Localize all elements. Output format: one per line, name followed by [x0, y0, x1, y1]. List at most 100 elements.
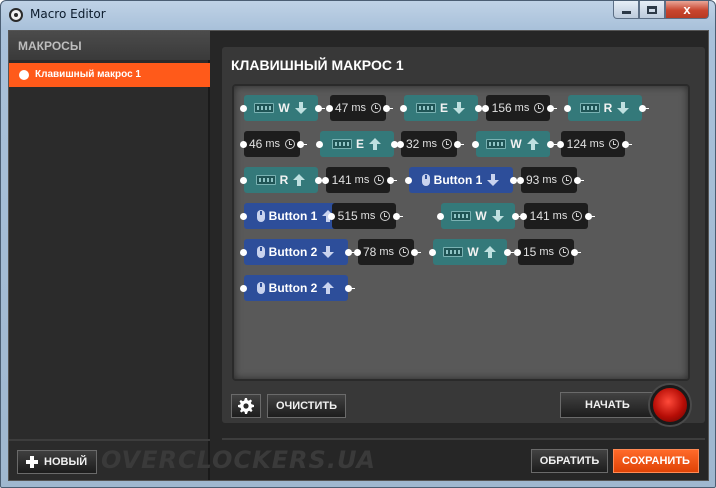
record-button[interactable] [650, 385, 690, 425]
mouse-block[interactable]: Button 2 [240, 275, 355, 301]
connector-dot[interactable] [397, 141, 404, 148]
settings-button[interactable] [231, 394, 261, 418]
close-button[interactable]: x [665, 1, 709, 19]
connector-dot[interactable] [547, 105, 557, 112]
mouse-icon [421, 174, 430, 186]
connector-dot[interactable] [405, 177, 412, 184]
connector-dot[interactable] [315, 105, 325, 112]
connector-dot[interactable] [504, 249, 514, 256]
keyboard-icon [254, 103, 275, 113]
client-area: МАКРОСЫ Клавишный макрос 1 НОВЫЙ КЛАВИШН… [8, 30, 709, 481]
delay-unit: ms [542, 174, 558, 186]
connector-dot[interactable] [240, 249, 247, 256]
delay-block[interactable]: 93 ms [517, 167, 584, 193]
connector-dot[interactable] [639, 105, 649, 112]
connector-dot[interactable] [574, 177, 584, 184]
key-block[interactable]: E [316, 131, 401, 157]
sidebar-item-macro-1[interactable]: Клавишный макрос 1 [9, 63, 210, 87]
delay-block[interactable]: 78 ms [354, 239, 421, 265]
clock-icon [609, 139, 620, 149]
maximize-icon [647, 5, 657, 14]
connector-dot[interactable] [472, 141, 479, 148]
key-block[interactable]: E [400, 95, 485, 121]
connector-dot[interactable] [557, 141, 564, 148]
connector-dot[interactable] [240, 213, 247, 220]
connector-dot[interactable] [322, 177, 329, 184]
arrow-down-icon [491, 210, 504, 222]
delay-block[interactable]: 46 ms [240, 131, 307, 157]
clock-icon [285, 139, 296, 149]
delay-value: 32 [405, 137, 420, 151]
connector-dot[interactable] [345, 285, 355, 292]
connector-dot[interactable] [326, 105, 333, 112]
connector-dot[interactable] [316, 141, 323, 148]
minimize-button[interactable] [613, 1, 639, 19]
delay-block[interactable]: 156 ms [482, 95, 557, 121]
macro-canvas[interactable]: W 47 ms E 156 ms R 46 ms E 32 ms W 124 ms R 141 ms Button … [232, 84, 690, 381]
connector-dot[interactable] [345, 249, 355, 256]
connector-dot[interactable] [393, 213, 403, 220]
connector-dot[interactable] [475, 105, 485, 112]
delay-block[interactable]: 47 ms [326, 95, 393, 121]
new-macro-button[interactable]: НОВЫЙ [17, 450, 97, 474]
connector-dot[interactable] [622, 141, 632, 148]
connector-dot[interactable] [240, 177, 247, 184]
connector-dot[interactable] [517, 177, 524, 184]
connector-dot[interactable] [482, 105, 489, 112]
key-block[interactable]: W [240, 95, 325, 121]
arrow-down-icon [322, 246, 335, 258]
delay-block[interactable]: 15 ms [514, 239, 581, 265]
connector-dot[interactable] [454, 141, 464, 148]
block-label: W [278, 101, 290, 115]
connector-dot[interactable] [429, 249, 436, 256]
connector-dot[interactable] [514, 249, 521, 256]
connector-dot[interactable] [328, 213, 335, 220]
maximize-button[interactable] [639, 1, 665, 19]
connector-dot[interactable] [520, 213, 527, 220]
connector-dot[interactable] [315, 177, 325, 184]
connector-dot[interactable] [585, 213, 595, 220]
sidebar: МАКРОСЫ Клавишный макрос 1 НОВЫЙ [9, 31, 210, 480]
key-block[interactable]: R [240, 167, 325, 193]
save-button[interactable]: СОХРАНИТЬ [613, 449, 699, 473]
connector-dot[interactable] [571, 249, 581, 256]
key-block[interactable]: W [472, 131, 557, 157]
connector-dot[interactable] [354, 249, 361, 256]
delay-block[interactable]: 141 ms [322, 167, 397, 193]
connector-dot[interactable] [547, 141, 557, 148]
delay-block[interactable]: 124 ms [557, 131, 632, 157]
delay-block[interactable]: 141 ms [520, 203, 595, 229]
connector-dot[interactable] [411, 249, 421, 256]
clock-icon [562, 175, 573, 185]
clock-icon [559, 247, 570, 257]
connector-dot[interactable] [240, 285, 247, 292]
delay-unit: ms [360, 210, 376, 222]
sidebar-header: МАКРОСЫ [9, 31, 210, 60]
connector-dot[interactable] [437, 213, 444, 220]
connector-dot[interactable] [564, 105, 571, 112]
revert-button[interactable]: ОБРАТИТЬ [531, 449, 608, 473]
connector-dot[interactable] [383, 105, 393, 112]
minimize-icon [621, 11, 631, 14]
key-block[interactable]: W [437, 203, 522, 229]
delay-block[interactable]: 32 ms [397, 131, 464, 157]
plus-icon [26, 456, 38, 468]
clear-button[interactable]: ОЧИСТИТЬ [267, 394, 346, 418]
connector-dot[interactable] [387, 177, 397, 184]
arrow-up-icon [293, 174, 306, 186]
connector-dot[interactable] [240, 141, 247, 148]
title-bar[interactable]: Macro Editor x [1, 1, 715, 28]
connector-dot[interactable] [297, 141, 307, 148]
delay-block[interactable]: 515 ms [328, 203, 403, 229]
key-block[interactable]: R [564, 95, 649, 121]
mouse-block[interactable]: Button 1 [405, 167, 520, 193]
arrow-down-icon [487, 174, 500, 186]
key-block[interactable]: W [429, 239, 514, 265]
connector-dot[interactable] [240, 105, 247, 112]
mouse-block[interactable]: Button 2 [240, 239, 355, 265]
connector-dot[interactable] [510, 177, 520, 184]
mouse-icon [256, 246, 265, 258]
connector-dot[interactable] [512, 213, 522, 220]
selected-dot-icon [19, 70, 29, 80]
connector-dot[interactable] [400, 105, 407, 112]
